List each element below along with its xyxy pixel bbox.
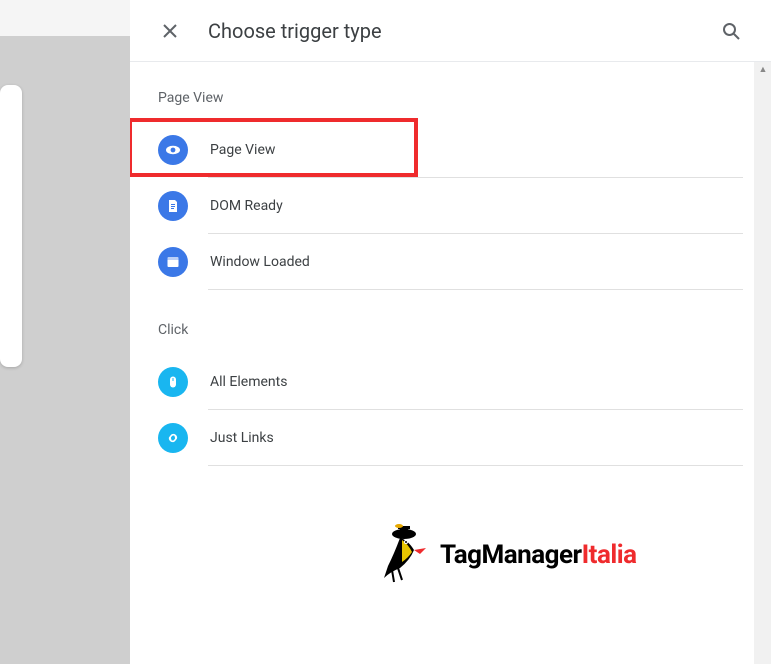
close-icon xyxy=(163,24,177,38)
eye-icon xyxy=(158,135,188,165)
trigger-label: Just Links xyxy=(210,430,274,446)
background-card xyxy=(0,85,22,367)
trigger-just-links[interactable]: Just Links xyxy=(158,410,743,465)
bird-logo-icon xyxy=(370,520,440,590)
scrollbar-track[interactable] xyxy=(754,62,771,664)
link-icon xyxy=(158,423,188,453)
brand-text: TagManagerItalia xyxy=(440,540,637,570)
search-button[interactable] xyxy=(719,19,743,43)
trigger-label: Page View xyxy=(210,142,275,158)
trigger-label: Window Loaded xyxy=(210,254,310,270)
trigger-all-elements[interactable]: All Elements xyxy=(158,354,743,409)
divider xyxy=(208,465,743,466)
close-button[interactable] xyxy=(158,19,182,43)
panel-title: Choose trigger type xyxy=(208,19,719,43)
trigger-window-loaded[interactable]: Window Loaded xyxy=(158,234,743,289)
brand-part1: TagManager xyxy=(440,540,582,570)
document-icon xyxy=(158,191,188,221)
trigger-dom-ready[interactable]: DOM Ready xyxy=(158,178,743,233)
section-title-click: Click xyxy=(158,312,743,354)
window-icon xyxy=(158,247,188,277)
background-top xyxy=(0,0,130,36)
scroll-up-arrow-icon[interactable]: ▲ xyxy=(758,64,768,74)
trigger-label: All Elements xyxy=(210,374,287,390)
section-title-page-view: Page View xyxy=(158,80,743,122)
trigger-label: DOM Ready xyxy=(210,198,283,214)
trigger-page-view[interactable]: Page View xyxy=(158,122,743,177)
search-icon xyxy=(722,22,740,40)
panel-header: Choose trigger type xyxy=(130,0,771,62)
brand-logo: TagManagerItalia xyxy=(370,520,637,590)
mouse-icon xyxy=(158,367,188,397)
brand-part2: Italia xyxy=(582,540,637,570)
